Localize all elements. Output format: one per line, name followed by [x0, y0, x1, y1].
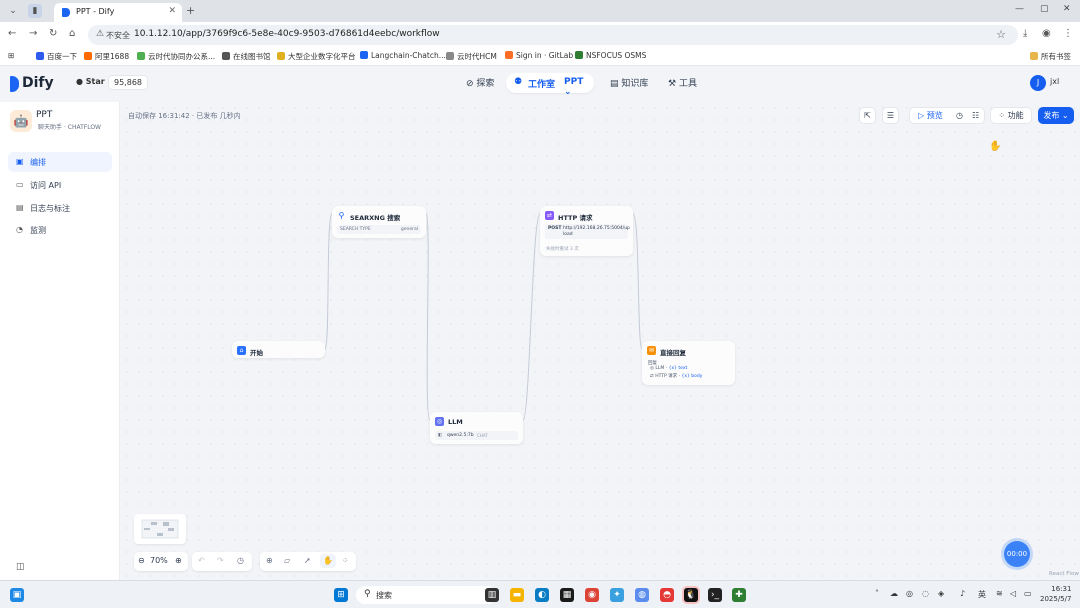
home-icon: ⌂: [237, 346, 246, 355]
answer-ref-http: ⇄ HTTP 请求 · {x} body: [650, 374, 703, 379]
redo-icon[interactable]: ↷: [217, 556, 224, 565]
search-icon: ⚲: [364, 589, 371, 599]
app-icon[interactable]: ◍: [635, 588, 649, 602]
hand-tool-icon[interactable]: ✋: [320, 554, 336, 568]
input-language[interactable]: 英: [978, 589, 986, 600]
llm-icon: ◎: [650, 366, 654, 371]
system-clock[interactable]: 16:31 2025/5/7: [1040, 584, 1071, 604]
add-node-icon[interactable]: ⊕: [266, 556, 273, 565]
features-button[interactable]: ⁘ 功能: [990, 107, 1032, 124]
volume-icon[interactable]: ◁: [1010, 589, 1016, 598]
zoom-out-icon[interactable]: ⊖: [138, 556, 145, 565]
apps-icon: ⁘: [998, 111, 1006, 120]
tray-app-icon[interactable]: ◎: [906, 589, 913, 598]
widgets-icon[interactable]: ▣: [10, 588, 24, 602]
tray-app-icon[interactable]: ◌: [922, 589, 929, 598]
add-note-icon[interactable]: ▱: [284, 556, 290, 565]
terminal-icon[interactable]: ›_: [708, 588, 722, 602]
message-icon: ✉: [647, 346, 656, 355]
searxng-param-row: SEARCH TYPE general: [337, 225, 421, 234]
search-icon: ⚲: [338, 211, 345, 220]
http-request-row: POST http://192.168.26.75:5004/upload: [545, 224, 630, 239]
edge-start-searxng: [324, 213, 333, 350]
react-flow-attribution[interactable]: React Flow: [1049, 571, 1079, 577]
history-icon[interactable]: ◷: [956, 108, 963, 123]
cloud-icon[interactable]: ☁: [890, 589, 898, 598]
app-icon[interactable]: ✚: [732, 588, 746, 602]
minimap[interactable]: [134, 514, 186, 544]
chevron-up-icon[interactable]: ˄: [875, 589, 879, 598]
windows-start-icon[interactable]: ⊞: [334, 588, 348, 602]
edge-icon[interactable]: ◐: [535, 588, 549, 602]
pointer-icon[interactable]: ➚: [304, 556, 311, 565]
app-icon[interactable]: ◓: [660, 588, 674, 602]
http-icon: ⇄: [545, 211, 554, 220]
play-icon: ▷: [918, 111, 925, 120]
battery-icon[interactable]: ▭: [1024, 589, 1032, 598]
os-taskbar: ▣ ⊞ ⚲ 搜索 ▥ ▬ ◐ ▦ ◉ ✦ ◍ ◓ 🐧 ›_ ✚ ˄ ☁ ◎ ◌ …: [0, 580, 1080, 608]
minimap-nodes: [141, 519, 179, 539]
edge-http-answer: [632, 213, 643, 350]
history-controls: ↶ ↷ ◷: [192, 552, 252, 571]
env-vars-button[interactable]: ⇱: [859, 107, 876, 124]
checklist-icon[interactable]: ☷: [972, 108, 979, 123]
history-icon[interactable]: ◷: [237, 556, 244, 565]
store-icon[interactable]: ▦: [560, 588, 574, 602]
preview-button[interactable]: ▷ 预览: [918, 111, 943, 120]
node-answer[interactable]: ✉ 直接回复 回复 ◎ LLM · {x} text ⇄ HTTP 请求 · {…: [642, 341, 735, 385]
preview-group: ▷ 预览 ◷ ☷: [909, 107, 985, 124]
recording-timer[interactable]: 00:00: [1004, 541, 1030, 567]
node-searxng[interactable]: ⚲ SEARXNG 搜索 SEARCH TYPE general: [332, 206, 426, 238]
edge-searxng-llm: [425, 213, 431, 421]
list-icon: ☰: [886, 111, 895, 120]
conversation-vars-button[interactable]: ☰: [882, 107, 899, 124]
zoom-level[interactable]: 70%: [150, 556, 168, 565]
undo-icon[interactable]: ↶: [198, 556, 205, 565]
taskbar-search[interactable]: ⚲ 搜索: [356, 586, 496, 604]
answer-ref-llm: ◎ LLM · {x} text: [650, 366, 688, 371]
autosave-status: 自动保存 16:31:42 · 已发布 几秒内: [128, 112, 241, 120]
node-llm[interactable]: ◎ LLM ◧ qwen2.5:7b CHAT: [430, 412, 523, 444]
chrome-icon[interactable]: ◉: [585, 588, 599, 602]
share-icon: ⇱: [864, 111, 871, 120]
task-view-icon[interactable]: ▥: [485, 588, 499, 602]
microphone-icon[interactable]: ♪: [960, 589, 965, 598]
http-icon: ⇄: [650, 374, 654, 379]
wifi-icon[interactable]: ≋: [996, 589, 1003, 598]
chevron-down-icon: ⌄: [1061, 111, 1069, 120]
edge-llm-http: [522, 213, 541, 421]
zoom-in-icon[interactable]: ⊕: [175, 556, 182, 565]
file-explorer-icon[interactable]: ▬: [510, 588, 524, 602]
organize-icon[interactable]: ⁘: [342, 556, 349, 565]
publish-button[interactable]: 发布 ⌄: [1038, 107, 1074, 124]
llm-model-row: ◧ qwen2.5:7b CHAT: [435, 431, 518, 440]
llm-icon: ◎: [435, 417, 444, 426]
app-icon[interactable]: ✦: [610, 588, 624, 602]
model-icon: ◧: [438, 433, 443, 438]
qq-icon[interactable]: 🐧: [684, 588, 698, 602]
node-http-request[interactable]: ⇄ HTTP 请求 POST http://192.168.26.75:5004…: [540, 206, 633, 256]
node-start[interactable]: ⌂ 开始: [232, 341, 325, 358]
zoom-control: ⊖ 70% ⊕: [134, 552, 188, 571]
hand-cursor-icon: ✋: [989, 141, 1002, 152]
canvas-tools: ⊕ ▱ ➚ ✋ ⁘: [260, 552, 356, 571]
tray-app-icon[interactable]: ◈: [938, 589, 944, 598]
